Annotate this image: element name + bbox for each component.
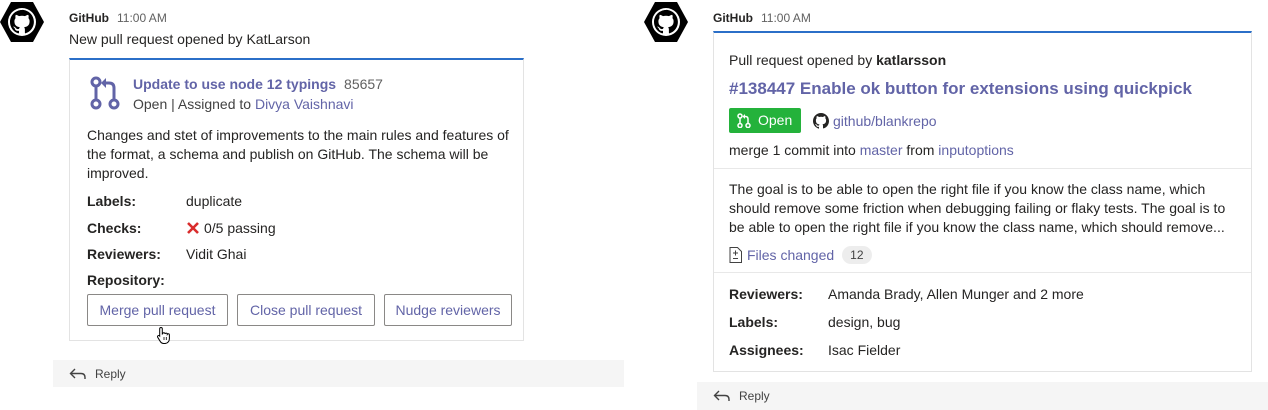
pr-number: 85657 <box>344 76 383 92</box>
x-mark-icon <box>187 222 199 234</box>
reply-arrow-icon <box>713 390 730 401</box>
reply-label: Reply <box>95 366 126 381</box>
labels-label: Labels: <box>729 314 779 330</box>
pull-request-icon <box>90 76 120 110</box>
opened-by-text: Pull request opened by <box>729 52 873 68</box>
opened-by-line: Pull request opened by katlarsson <box>729 51 946 69</box>
labels-value: design, bug <box>828 314 901 330</box>
pr-title-line: Update to use node 12 typings 85657 <box>133 75 383 93</box>
labels-value: duplicate <box>186 193 243 209</box>
close-pull-request-button[interactable]: Close pull request <box>237 294 375 326</box>
merge-source-branch-link[interactable]: inputoptions <box>938 142 1014 158</box>
assignee-link[interactable]: Divya Vaishnavi <box>255 96 354 112</box>
github-avatar-icon[interactable] <box>0 0 44 44</box>
message-meta: GitHub 11:00 AM <box>69 10 167 26</box>
reply-label: Reply <box>739 389 770 403</box>
message-text: New pull request opened by KatLarson <box>69 31 311 47</box>
cursor-hand-icon <box>156 326 170 344</box>
timestamp: 11:00 AM <box>761 11 811 25</box>
merge-line: merge 1 commit into master from inputopt… <box>729 141 1014 159</box>
opened-by-user: katlarsson <box>876 52 947 68</box>
reviewers-label: Reviewers: <box>87 246 161 262</box>
checks-value-wrap: 0/5 passing <box>186 219 276 237</box>
merge-target-branch-link[interactable]: master <box>860 142 903 158</box>
assignees-value: Isac Fielder <box>828 342 901 358</box>
reviewers-row: Reviewers: Vidit Ghai <box>87 245 507 263</box>
checks-row: Checks: 0/5 passing <box>87 219 507 237</box>
reply-arrow-icon <box>69 368 86 379</box>
github-avatar-icon[interactable] <box>644 0 688 44</box>
nudge-reviewers-button[interactable]: Nudge reviewers <box>384 294 512 326</box>
reply-bar[interactable]: Reply <box>697 382 1268 410</box>
sender-name: GitHub <box>713 11 753 25</box>
assignees-label: Assignees: <box>729 342 804 358</box>
message-meta: GitHub 11:00 AM <box>713 10 811 26</box>
checks-value: 0/5 passing <box>204 220 276 236</box>
reviewers-label: Reviewers: <box>729 286 803 302</box>
labels-label: Labels: <box>87 193 137 209</box>
labels-row: Labels: duplicate <box>87 192 507 210</box>
divider <box>714 272 1251 273</box>
pr-title-link[interactable]: Update to use node 12 typings <box>133 76 336 92</box>
timestamp: 11:00 AM <box>117 11 167 25</box>
assignees-row: Assignees: Isac Fielder <box>729 341 1229 359</box>
repository-row: Repository: <box>87 271 507 289</box>
badge-label: Open <box>758 112 793 128</box>
divider <box>714 168 1251 169</box>
pr-description: The goal is to be able to open the right… <box>729 181 1226 235</box>
pull-request-card: Pull request opened by katlarsson #13844… <box>713 31 1252 372</box>
repo-line: github/blankrepo <box>813 112 937 130</box>
labels-row: Labels: design, bug <box>729 313 1229 331</box>
pull-request-icon <box>737 113 751 128</box>
reviewers-row: Reviewers: Amanda Brady, Allen Munger an… <box>729 285 1229 303</box>
file-diff-icon <box>729 247 742 263</box>
pr-description: Changes and stet of improvements to the … <box>87 127 509 181</box>
reviewers-value: Amanda Brady, Allen Munger and 2 more <box>828 286 1084 302</box>
reviewer-link[interactable]: Vidit Ghai <box>186 245 246 263</box>
files-changed-link[interactable]: Files changed <box>747 245 834 265</box>
github-mark-icon <box>813 113 829 129</box>
files-changed-count: 12 <box>842 246 872 264</box>
checks-label: Checks: <box>87 220 142 236</box>
pull-request-card: Update to use node 12 typings 85657 Open … <box>69 58 524 344</box>
pr-status-line: Open | Assigned to Divya Vaishnavi <box>133 95 354 113</box>
files-changed: Files changed 12 <box>729 245 872 265</box>
repository-label: Repository: <box>87 272 165 288</box>
sender-name: GitHub <box>69 11 109 25</box>
repo-link[interactable]: github/blankrepo <box>833 113 937 129</box>
merge-mid: from <box>906 142 935 158</box>
reply-bar[interactable]: Reply <box>53 360 624 387</box>
merge-prefix: merge 1 commit into <box>729 142 856 158</box>
open-status-badge: Open <box>729 108 801 133</box>
pr-status-text: Open | Assigned to <box>133 96 252 112</box>
pr-title-link[interactable]: #138447 Enable ok button for extensions … <box>729 78 1192 100</box>
merge-pull-request-button[interactable]: Merge pull request <box>87 294 228 326</box>
